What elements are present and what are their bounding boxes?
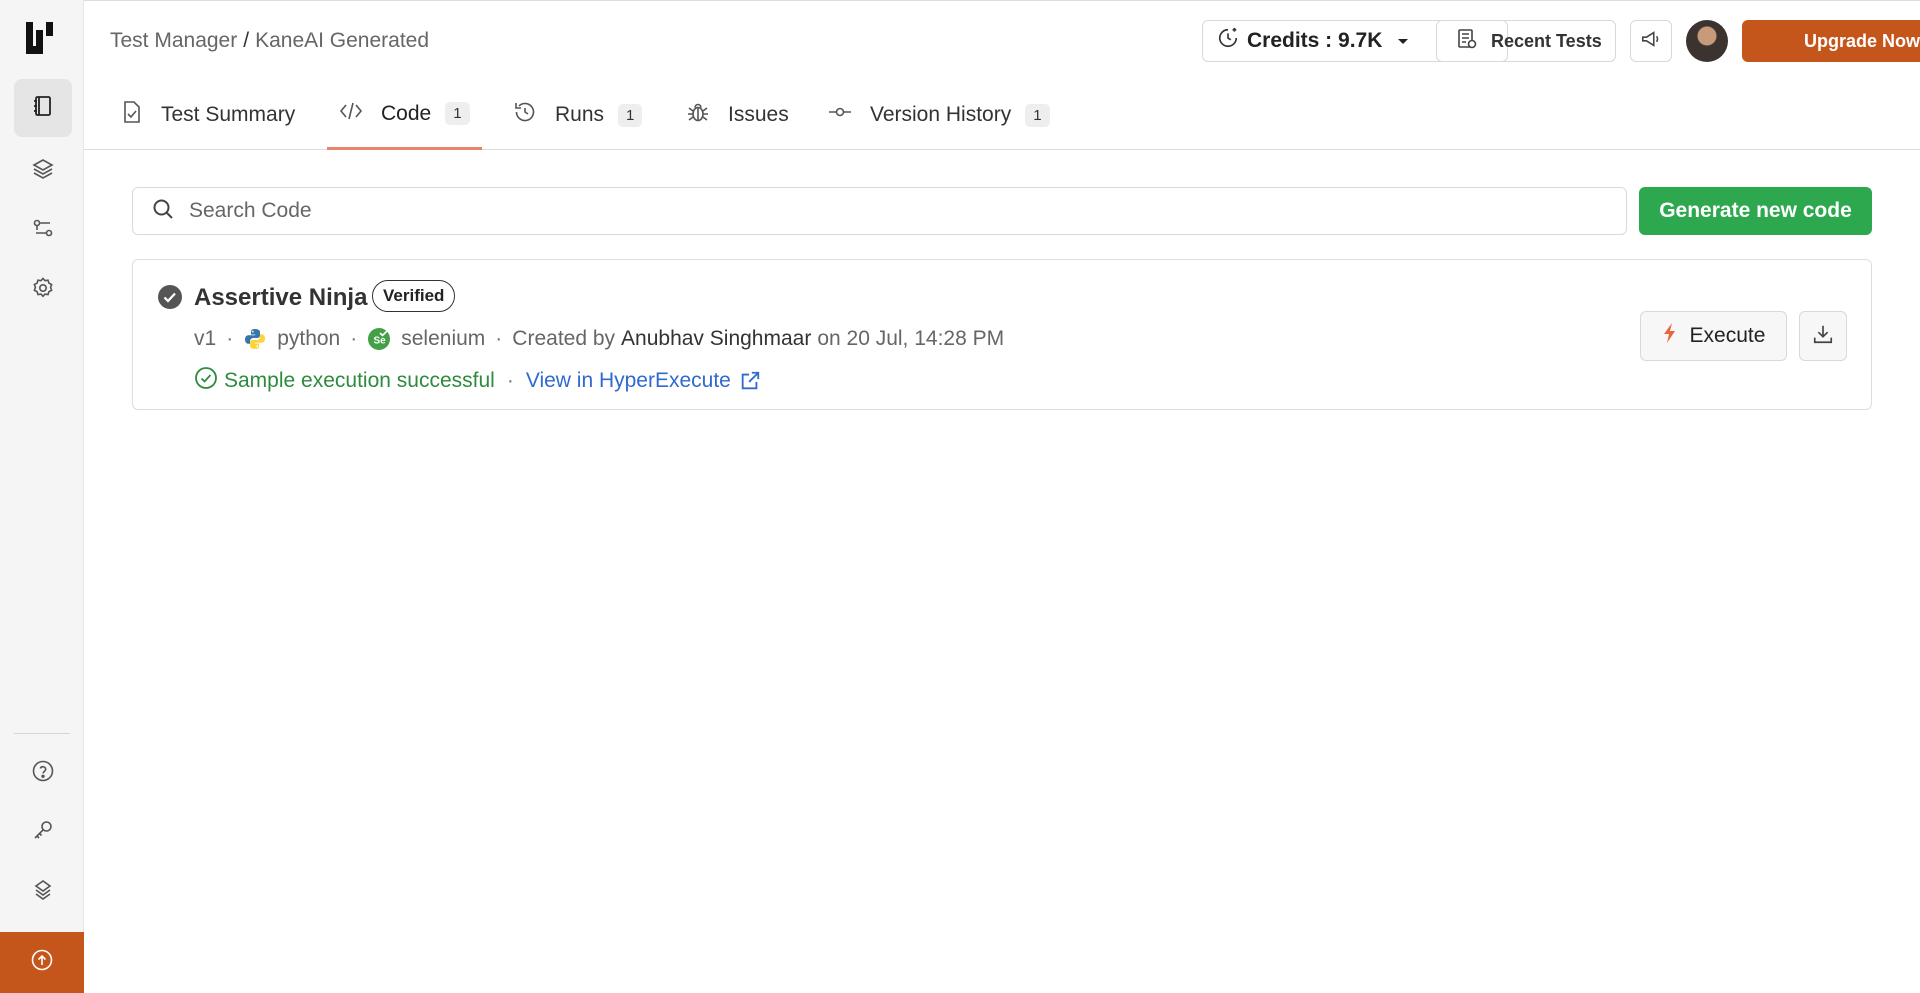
announcements-button[interactable] bbox=[1630, 20, 1672, 62]
avatar[interactable] bbox=[1686, 20, 1728, 62]
code-metadata: v1 · python · Se selenium · Created by A… bbox=[194, 327, 1005, 351]
sidebar bbox=[0, 0, 84, 993]
generate-new-code-button[interactable]: Generate new code bbox=[1639, 187, 1872, 235]
breadcrumb: Test Manager / KaneAI Generated bbox=[110, 29, 429, 53]
verified-badge: Verified bbox=[372, 280, 456, 312]
breadcrumb-separator: / bbox=[243, 29, 250, 52]
top-bar: Test Manager / KaneAI Generated Credits : … bbox=[84, 0, 1920, 80]
view-in-hyperexecute-link[interactable]: View in HyperExecute bbox=[526, 369, 731, 393]
recent-tests-label: Recent Tests bbox=[1491, 30, 1602, 51]
download-icon bbox=[1812, 323, 1834, 350]
tab-label: Version History bbox=[870, 103, 1012, 126]
tab-issues[interactable]: Issues bbox=[686, 80, 789, 150]
history-icon bbox=[513, 100, 555, 130]
code-title[interactable]: Assertive Ninja bbox=[194, 284, 367, 312]
test-summary-icon bbox=[121, 100, 161, 130]
tab-label: Test Summary bbox=[161, 103, 296, 126]
success-check-icon bbox=[194, 366, 218, 396]
svg-text:Se: Se bbox=[374, 336, 387, 347]
test-manager-icon bbox=[31, 94, 55, 123]
chevron-down-icon bbox=[1396, 29, 1418, 53]
sidebar-item-workflow[interactable] bbox=[14, 201, 72, 259]
key-icon bbox=[31, 818, 55, 847]
execute-label: Execute bbox=[1689, 324, 1766, 347]
tab-count-badge: 1 bbox=[1025, 103, 1050, 127]
created-by-prefix: Created by bbox=[512, 327, 616, 350]
sidebar-item-layers[interactable] bbox=[14, 141, 72, 199]
tab-label: Code bbox=[381, 101, 432, 125]
megaphone-icon bbox=[1640, 28, 1662, 55]
tab-label: Runs bbox=[555, 103, 605, 126]
tab-runs[interactable]: Runs 1 bbox=[513, 80, 643, 150]
sidebar-upgrade-button[interactable] bbox=[0, 932, 84, 993]
integrations-icon bbox=[31, 878, 55, 907]
credits-icon bbox=[1217, 27, 1247, 55]
code-icon bbox=[339, 100, 381, 128]
sidebar-item-access-key[interactable] bbox=[14, 803, 72, 861]
version-label: v1 bbox=[194, 327, 217, 350]
sidebar-item-help[interactable] bbox=[14, 744, 72, 802]
commit-icon bbox=[828, 100, 870, 130]
sidebar-item-integrations[interactable] bbox=[14, 863, 72, 921]
arrow-up-circle-icon bbox=[30, 948, 54, 977]
lambdatest-logo[interactable] bbox=[24, 20, 60, 56]
status-text: Sample execution successful bbox=[224, 369, 495, 392]
upgrade-now-button[interactable]: Upgrade Now bbox=[1742, 20, 1920, 62]
recent-tests-icon bbox=[1455, 27, 1491, 56]
credits-label: Credits : 9.7K bbox=[1247, 29, 1383, 52]
external-link-icon[interactable] bbox=[739, 370, 761, 392]
selenium-icon: Se bbox=[367, 327, 391, 351]
bug-icon bbox=[686, 100, 728, 130]
framework-label: selenium bbox=[401, 327, 486, 350]
tab-version-history[interactable]: Version History 1 bbox=[828, 80, 1050, 150]
author-name: Anubhav Singhmaar bbox=[621, 327, 812, 350]
tab-count-badge: 1 bbox=[618, 103, 643, 127]
breadcrumb-root[interactable]: Test Manager bbox=[110, 29, 237, 52]
help-icon bbox=[31, 759, 55, 788]
sidebar-item-test-manager[interactable] bbox=[14, 79, 72, 137]
tab-count-badge: 1 bbox=[445, 102, 470, 125]
breadcrumb-current[interactable]: KaneAI Generated bbox=[255, 29, 429, 52]
recent-tests-button[interactable]: Recent Tests bbox=[1436, 20, 1616, 62]
sidebar-divider bbox=[14, 733, 70, 734]
tab-bar: Test Summary Code 1 Runs 1 Issues Versio… bbox=[84, 80, 1920, 150]
workflow-icon bbox=[31, 216, 55, 245]
language-label: python bbox=[277, 327, 341, 350]
python-icon bbox=[243, 327, 267, 351]
tab-code[interactable]: Code 1 bbox=[327, 80, 482, 150]
lightning-icon bbox=[1662, 322, 1690, 350]
created-date: on 20 Jul, 14:28 PM bbox=[817, 327, 1005, 350]
search-box[interactable] bbox=[132, 187, 1627, 235]
execution-status: Sample execution successful · View in Hy… bbox=[194, 366, 761, 396]
download-button[interactable] bbox=[1799, 311, 1847, 361]
check-circle-icon bbox=[157, 284, 183, 315]
search-input[interactable] bbox=[189, 199, 1589, 223]
tab-label: Issues bbox=[728, 103, 789, 126]
tab-test-summary[interactable]: Test Summary bbox=[121, 80, 295, 150]
sidebar-item-settings[interactable] bbox=[14, 261, 72, 319]
search-icon bbox=[151, 197, 189, 226]
code-card[interactable]: Assertive Ninja Verified v1 · python · S… bbox=[132, 259, 1872, 410]
execute-button[interactable]: Execute bbox=[1640, 311, 1787, 361]
settings-icon bbox=[31, 276, 55, 305]
layers-icon bbox=[31, 156, 55, 185]
